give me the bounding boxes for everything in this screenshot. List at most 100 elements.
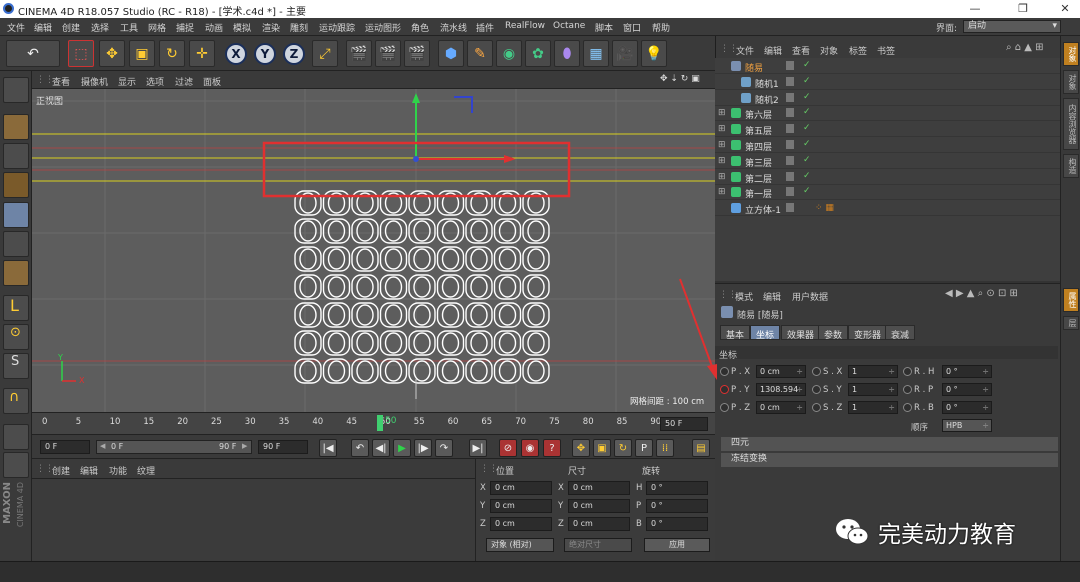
cube-object-button[interactable]: ⬢ — [438, 40, 464, 67]
z-axis-lock-button[interactable]: Z — [283, 43, 305, 65]
obj-menu-view[interactable]: 查看 — [792, 44, 810, 57]
menu-window[interactable]: 窗口 — [623, 21, 641, 34]
prev-frame-button[interactable]: ◀| — [372, 439, 390, 457]
viewport-menu-view[interactable]: 查看 — [52, 75, 70, 88]
keyframe-radio-scale[interactable] — [812, 385, 821, 394]
menu-pipeline[interactable]: 流水线 — [440, 21, 467, 34]
attr-scale-field[interactable]: 1 — [848, 383, 898, 396]
coord-position-field[interactable]: 0 cm — [490, 481, 552, 495]
vtab-content-browser[interactable]: 内容浏览器 — [1063, 98, 1079, 150]
snap-button[interactable]: S — [3, 353, 29, 379]
object-origin-handle[interactable] — [413, 156, 419, 162]
keyframe-radio-position[interactable] — [720, 403, 729, 412]
material-menu-edit[interactable]: 编辑 — [80, 464, 98, 477]
key-position-button[interactable]: ✥ — [572, 439, 590, 457]
deformer-button[interactable]: ⬮ — [554, 40, 580, 67]
obj-menu-bookmarks[interactable]: 书签 — [877, 44, 895, 57]
visibility-toggle[interactable] — [786, 187, 794, 197]
expand-icon[interactable]: ⊞ — [718, 156, 726, 166]
object-row[interactable]: ⊞ 第四层 ✓ — [715, 137, 1060, 153]
menu-create[interactable]: 创建 — [62, 21, 80, 34]
visibility-toggle[interactable] — [786, 203, 794, 213]
attr-menu-user-data[interactable]: 用户数据 — [792, 290, 828, 303]
lock-workplane-button[interactable] — [3, 424, 29, 450]
camera-button[interactable]: 🎥 — [612, 40, 638, 67]
attr-position-field[interactable]: 0 cm — [756, 365, 806, 378]
menu-realflow[interactable]: RealFlow — [505, 21, 545, 31]
object-row[interactable]: ⊞ 第三层 ✓ — [715, 153, 1060, 169]
prev-key-button[interactable]: ↶ — [351, 439, 369, 457]
vtab-objects[interactable]: 对象 — [1063, 42, 1079, 66]
enable-check-icon[interactable]: ✓ — [803, 186, 811, 196]
obj-menu-object[interactable]: 对象 — [820, 44, 838, 57]
keyframe-radio-rotation[interactable] — [903, 385, 912, 394]
menu-script[interactable]: 脚本 — [595, 21, 613, 34]
keyframe-radio-scale[interactable] — [812, 403, 821, 412]
enable-check-icon[interactable]: ✓ — [803, 60, 811, 70]
timeline-end-field[interactable]: 50 F — [660, 417, 708, 431]
keyframe-selection-button[interactable]: ? — [543, 439, 561, 457]
rotate-tool-button[interactable]: ↻ — [159, 40, 185, 67]
points-mode-button[interactable] — [3, 202, 29, 228]
play-button[interactable]: ▶ — [393, 439, 411, 457]
vtab-attributes[interactable]: 属性 — [1063, 288, 1079, 312]
viewport-menu-display[interactable]: 显示 — [118, 75, 136, 88]
enable-check-icon[interactable]: ✓ — [803, 76, 811, 86]
viewport-navigation-icons[interactable]: ✥ ⇣ ↻ ▣ — [660, 74, 700, 84]
pen-spline-button[interactable]: ✎ — [467, 40, 493, 67]
menu-simulate[interactable]: 模拟 — [233, 21, 251, 34]
visibility-toggle[interactable] — [786, 108, 794, 118]
material-menu-texture[interactable]: 纹理 — [137, 464, 155, 477]
attr-rotation-field[interactable]: 0 ° — [942, 383, 992, 396]
material-menu-function[interactable]: 功能 — [109, 464, 127, 477]
object-row[interactable]: ⊞ 第一层 ✓ — [715, 184, 1060, 201]
coord-rotation-field[interactable]: 0 ° — [646, 481, 708, 495]
coord-mode-select[interactable]: 对象 (相对) — [486, 538, 554, 552]
tab-parameter[interactable]: 参数 — [818, 325, 849, 341]
light-button[interactable]: 💡 — [641, 40, 667, 67]
menu-file[interactable]: 文件 — [7, 21, 25, 34]
object-row[interactable]: ⊞ 第六层 ✓ — [715, 105, 1060, 122]
x-axis-lock-button[interactable]: X — [225, 43, 247, 65]
object-row[interactable]: ⊞ 第二层 ✓ — [715, 169, 1060, 185]
menu-plugins[interactable]: 插件 — [476, 21, 494, 34]
render-view-button[interactable]: 🎬 — [346, 40, 372, 67]
start-frame-field[interactable]: 0 F — [40, 440, 90, 454]
section-quaternion[interactable]: 四元 — [721, 437, 1058, 451]
keyframe-radio-rotation[interactable] — [903, 403, 912, 412]
frame-range-slider[interactable]: ◀ 0 F 90 F ▶ — [96, 440, 252, 454]
close-button[interactable]: ✕ — [1055, 2, 1075, 16]
end-frame-field[interactable]: 90 F — [258, 440, 308, 454]
enable-check-icon[interactable]: ✓ — [803, 155, 811, 165]
maximize-button[interactable]: ❐ — [1013, 2, 1033, 16]
render-picture-viewer-button[interactable]: 🎬 — [375, 40, 401, 67]
tab-effector[interactable]: 效果器 — [781, 325, 821, 341]
menu-sculpt[interactable]: 雕刻 — [290, 21, 308, 34]
enable-check-icon[interactable]: ✓ — [803, 139, 811, 149]
timeline-current-marker[interactable] — [377, 415, 383, 431]
plane-handle[interactable] — [454, 96, 473, 113]
viewport-menu-filter[interactable]: 过滤 — [175, 75, 193, 88]
object-row[interactable]: 随机1 ✓ — [715, 74, 1060, 90]
menu-mograph[interactable]: 运动图形 — [365, 21, 401, 34]
menu-render[interactable]: 渲染 — [262, 21, 280, 34]
menu-snap[interactable]: 捕捉 — [176, 21, 194, 34]
edges-mode-button[interactable] — [3, 231, 29, 257]
coord-size-field[interactable]: 0 cm — [568, 481, 630, 495]
attr-scale-field[interactable]: 1 — [848, 365, 898, 378]
attr-rotation-field[interactable]: 0 ° — [942, 365, 992, 378]
visibility-toggle[interactable] — [786, 61, 794, 70]
coord-size-field[interactable]: 0 cm — [568, 499, 630, 513]
material-menu-create[interactable]: 创建 — [52, 464, 70, 477]
vtab-content-browser-short[interactable]: 对象 — [1063, 70, 1079, 94]
object-row[interactable]: 随机2 ✓ — [715, 90, 1060, 106]
menu-mesh[interactable]: 网格 — [148, 21, 166, 34]
object-row[interactable]: ⊞ 第五层 ✓ — [715, 121, 1060, 138]
coord-rotation-field[interactable]: 0 ° — [646, 517, 708, 531]
magnet-button[interactable]: ∩ — [3, 388, 29, 414]
enable-check-icon[interactable]: ✓ — [803, 171, 811, 181]
tag-icons[interactable]: ⁘ ▦ — [815, 203, 834, 213]
obj-menu-file[interactable]: 文件 — [736, 44, 754, 57]
y-axis-arrow-icon[interactable] — [412, 93, 420, 103]
obj-menu-tags[interactable]: 标签 — [849, 44, 867, 57]
